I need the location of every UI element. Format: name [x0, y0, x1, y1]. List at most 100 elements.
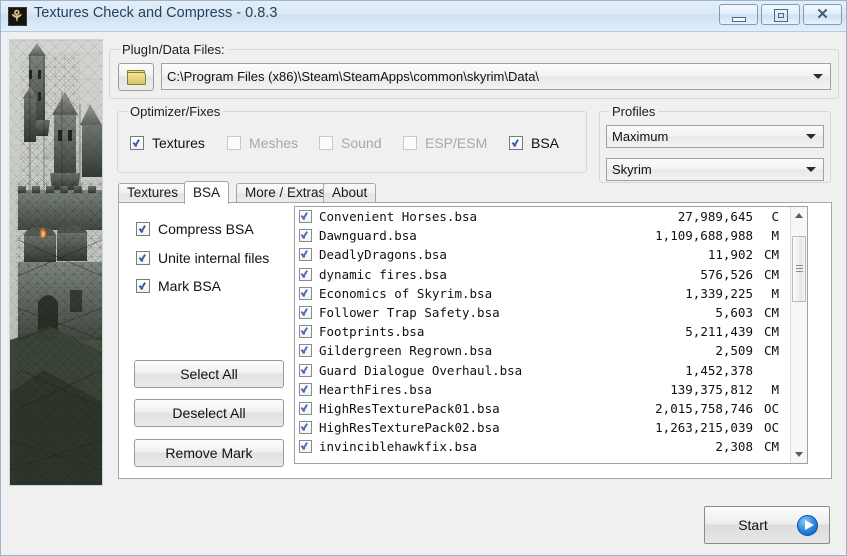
- file-name: Dawnguard.bsa: [319, 228, 417, 244]
- profile-quality-value: Maximum: [612, 129, 669, 144]
- file-name: Economics of Skyrim.bsa: [319, 285, 493, 301]
- select-all-button[interactable]: Select All: [134, 360, 284, 388]
- file-checkbox[interactable]: [299, 421, 312, 435]
- tab-about[interactable]: About: [323, 183, 377, 203]
- checkbox-bsa[interactable]: BSA: [509, 135, 559, 151]
- check-icon: [301, 345, 310, 353]
- profile-game-value: Skyrim: [612, 162, 652, 177]
- file-list-row[interactable]: HighResTexturePack02.bsa 1,263,215,039 OC: [295, 418, 781, 437]
- file-name: Follower Trap Safety.bsa: [319, 305, 500, 321]
- file-checkbox[interactable]: [299, 286, 312, 300]
- file-list-row[interactable]: Gildergreen Regrown.bsa 2,509 CM: [295, 341, 781, 360]
- file-name: Convenient Horses.bsa: [319, 209, 478, 225]
- app-emblem-glyph: ⚘: [10, 7, 24, 25]
- tab-bsa[interactable]: BSA: [184, 181, 230, 204]
- tab-more-extras[interactable]: More / Extras: [236, 183, 335, 203]
- checkbox-sound: Sound: [319, 135, 381, 151]
- checkbox-label: Mark BSA: [158, 278, 222, 294]
- check-icon: [301, 307, 310, 315]
- checkbox-box: [136, 222, 150, 236]
- checkbox-mark-bsa[interactable]: Mark BSA: [136, 278, 221, 294]
- window-title: Textures Check and Compress - 0.8.3: [34, 5, 278, 21]
- file-checkbox[interactable]: [299, 440, 312, 454]
- deselect-all-button[interactable]: Deselect All: [134, 399, 284, 427]
- remove-mark-button[interactable]: Remove Mark: [134, 439, 284, 467]
- checkbox-unite-internal-files[interactable]: Unite internal files: [136, 250, 269, 266]
- chevron-down-icon: [813, 74, 823, 79]
- plugin-group-label: PlugIn/Data Files:: [119, 42, 228, 57]
- file-checkbox[interactable]: [299, 363, 312, 377]
- minimize-button[interactable]: [719, 4, 758, 25]
- file-name: invinciblehawkfix.bsa: [319, 439, 478, 455]
- file-list-row[interactable]: Economics of Skyrim.bsa 1,339,225 M: [295, 284, 781, 303]
- file-flags: M: [771, 285, 779, 301]
- file-flags: CM: [763, 343, 779, 359]
- bsa-file-list[interactable]: Convenient Horses.bsa 27,989,645 C Dawnguar…: [294, 206, 808, 464]
- play-circle-icon: [797, 515, 818, 536]
- file-checkbox[interactable]: [299, 267, 312, 281]
- file-size: 2,509: [715, 343, 753, 359]
- bsa-file-rows: Convenient Horses.bsa 27,989,645 C Dawnguar…: [295, 207, 781, 463]
- chevron-down-icon: [795, 452, 803, 457]
- checkbox-label: BSA: [531, 135, 560, 151]
- check-icon: [133, 138, 142, 146]
- file-size: 11,902: [707, 247, 753, 263]
- file-checkbox[interactable]: [299, 229, 312, 243]
- data-path-value: C:\Program Files (x86)\Steam\SteamApps\c…: [167, 69, 540, 84]
- data-path-combobox[interactable]: C:\Program Files (x86)\Steam\SteamApps\c…: [161, 63, 831, 90]
- file-checkbox[interactable]: [299, 401, 312, 415]
- checkbox-box: [403, 136, 417, 150]
- profile-quality-combobox[interactable]: Maximum: [606, 125, 824, 148]
- file-name: Gildergreen Regrown.bsa: [319, 343, 493, 359]
- file-list-row[interactable]: invinciblehawkfix.bsa 2,308 CM: [295, 437, 781, 456]
- browse-folder-button[interactable]: [118, 63, 154, 91]
- file-list-row[interactable]: Follower Trap Safety.bsa 5,603 CM: [295, 303, 781, 322]
- start-button[interactable]: Start: [704, 506, 830, 544]
- tab-textures[interactable]: Textures: [118, 183, 188, 203]
- file-list-row[interactable]: Footprints.bsa 5,211,439 CM: [295, 322, 781, 341]
- scrollbar-thumb[interactable]: [792, 236, 806, 302]
- file-list-row[interactable]: dynamic fires.bsa 576,526 CM: [295, 265, 781, 284]
- checkbox-box: [136, 279, 150, 293]
- application-window: ⚘ Textures Check and Compress - 0.8.3 ✕: [0, 0, 847, 556]
- checkbox-compress-bsa[interactable]: Compress BSA: [136, 221, 254, 237]
- scroll-up-button[interactable]: [791, 207, 807, 224]
- file-size: 2,308: [715, 439, 753, 455]
- file-flags: CM: [763, 247, 779, 263]
- close-button[interactable]: ✕: [803, 4, 842, 25]
- check-icon: [301, 288, 310, 296]
- file-checkbox[interactable]: [299, 382, 312, 396]
- file-list-row[interactable]: Dawnguard.bsa 1,109,688,988 M: [295, 226, 781, 245]
- profile-game-combobox[interactable]: Skyrim: [606, 158, 824, 181]
- file-list-row[interactable]: Convenient Horses.bsa 27,989,645 C: [295, 207, 781, 226]
- file-size: 576,526: [700, 266, 753, 282]
- file-checkbox[interactable]: [299, 248, 312, 262]
- profiles-group-label: Profiles: [609, 104, 659, 119]
- checkbox-label: ESP/ESM: [425, 135, 488, 151]
- file-list-row[interactable]: HighResTexturePack01.bsa 2,015,758,746 OC: [295, 399, 781, 418]
- file-checkbox[interactable]: [299, 306, 312, 320]
- file-flags: M: [771, 381, 779, 397]
- maximize-button[interactable]: [761, 4, 800, 25]
- decorative-castle-image: [9, 39, 103, 486]
- file-name: dynamic fires.bsa: [319, 266, 447, 282]
- checkbox-textures[interactable]: Textures: [130, 135, 205, 151]
- check-icon: [139, 224, 148, 232]
- file-checkbox[interactable]: [299, 325, 312, 339]
- checkbox-box: [319, 136, 333, 150]
- file-list-row[interactable]: HearthFires.bsa 139,375,812 M: [295, 380, 781, 399]
- file-size: 5,211,439: [685, 324, 753, 340]
- scroll-down-button[interactable]: [791, 446, 807, 463]
- file-list-scrollbar[interactable]: [790, 207, 807, 463]
- checkbox-meshes: Meshes: [227, 135, 298, 151]
- file-size: 1,452,378: [685, 362, 753, 378]
- file-list-row[interactable]: DeadlyDragons.bsa 11,902 CM: [295, 245, 781, 264]
- file-name: Guard Dialogue Overhaul.bsa: [319, 362, 523, 378]
- file-list-row[interactable]: Guard Dialogue Overhaul.bsa 1,452,378: [295, 361, 781, 380]
- check-icon: [301, 403, 310, 411]
- file-flags: CM: [763, 266, 779, 282]
- file-checkbox[interactable]: [299, 344, 312, 358]
- check-icon: [301, 326, 310, 334]
- file-flags: C: [771, 209, 779, 225]
- file-checkbox[interactable]: [299, 210, 312, 224]
